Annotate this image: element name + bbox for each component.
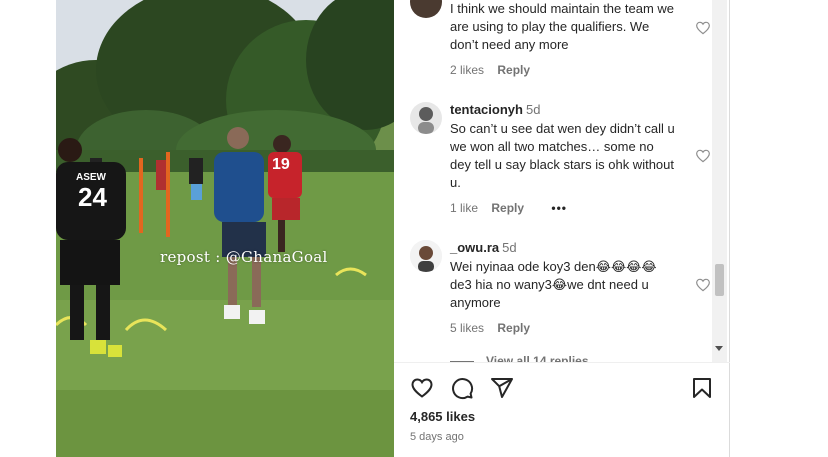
scroll-down-arrow[interactable] [715, 346, 723, 351]
comment-text: So can’t u see dat wen dey didn’t call u… [450, 121, 675, 190]
comment-likes[interactable]: 5 likes [450, 321, 484, 335]
comment-icon[interactable] [450, 376, 474, 400]
jersey-number-24: 24 [78, 182, 107, 212]
post-side-panel: I think we should maintain the team we a… [394, 0, 730, 457]
comment-meta: 5 likes Reply [450, 320, 678, 336]
bookmark-icon[interactable] [690, 376, 714, 400]
avatar[interactable] [410, 102, 442, 134]
reply-button[interactable]: Reply [491, 201, 524, 215]
share-icon[interactable] [490, 376, 514, 400]
comment-likes[interactable]: 2 likes [450, 63, 484, 77]
comment-time: 5d [525, 102, 541, 117]
more-options-icon[interactable]: ••• [551, 201, 567, 215]
section-divider [394, 362, 730, 363]
post-video[interactable]: ASEW 24 19 repost : @GhanaGoal [56, 0, 394, 457]
comment-meta: 2 likes Reply [450, 62, 678, 78]
post-actions [410, 376, 714, 400]
comment-username[interactable]: _owu.ra [450, 240, 499, 255]
jersey-number-19: 19 [272, 156, 290, 173]
reply-button[interactable]: Reply [497, 321, 530, 335]
comment-likes[interactable]: 1 like [450, 201, 478, 215]
view-replies-button[interactable]: View all 14 replies [450, 354, 589, 362]
comment-item: I think we should maintain the team we a… [410, 0, 711, 78]
comment-time: 5d [502, 240, 517, 255]
comment-item: _owu.ra 5d Wei nyinaa ode koy3 den😂😂😂😂de3… [410, 240, 710, 350]
reply-button[interactable]: Reply [497, 63, 530, 77]
comment-text: I think we should maintain the team we a… [450, 1, 675, 52]
comment-header: _owu.ra 5d [450, 240, 678, 256]
comments-scrollbar[interactable] [712, 0, 727, 362]
avatar[interactable] [410, 240, 442, 272]
comment-header: tentacionyh 5d [450, 102, 678, 118]
heart-icon[interactable] [695, 20, 711, 36]
comment-meta: 1 like Reply ••• [450, 200, 678, 216]
avatar[interactable] [410, 0, 442, 18]
post-date: 5 days ago [410, 431, 464, 443]
comment-username[interactable]: tentacionyh [450, 102, 523, 117]
scrollbar-thumb[interactable] [715, 264, 724, 296]
video-watermark: repost : @GhanaGoal [160, 248, 328, 266]
post-viewer: ASEW 24 19 repost : @GhanaGoal I think w… [0, 0, 828, 457]
video-frame [56, 0, 394, 457]
comments-list[interactable]: I think we should maintain the team we a… [394, 0, 730, 362]
comment-text: Wei nyinaa ode koy3 den😂😂😂😂de3 hia no wa… [450, 259, 657, 310]
post-likes-count[interactable]: 4,865 likes [410, 409, 475, 424]
heart-icon[interactable] [695, 148, 711, 164]
heart-icon[interactable] [410, 376, 434, 400]
heart-icon[interactable] [695, 277, 711, 293]
comment-item: tentacionyh 5d So can’t u see dat wen dey… [410, 102, 710, 222]
view-replies-label: View all 14 replies [486, 354, 589, 362]
